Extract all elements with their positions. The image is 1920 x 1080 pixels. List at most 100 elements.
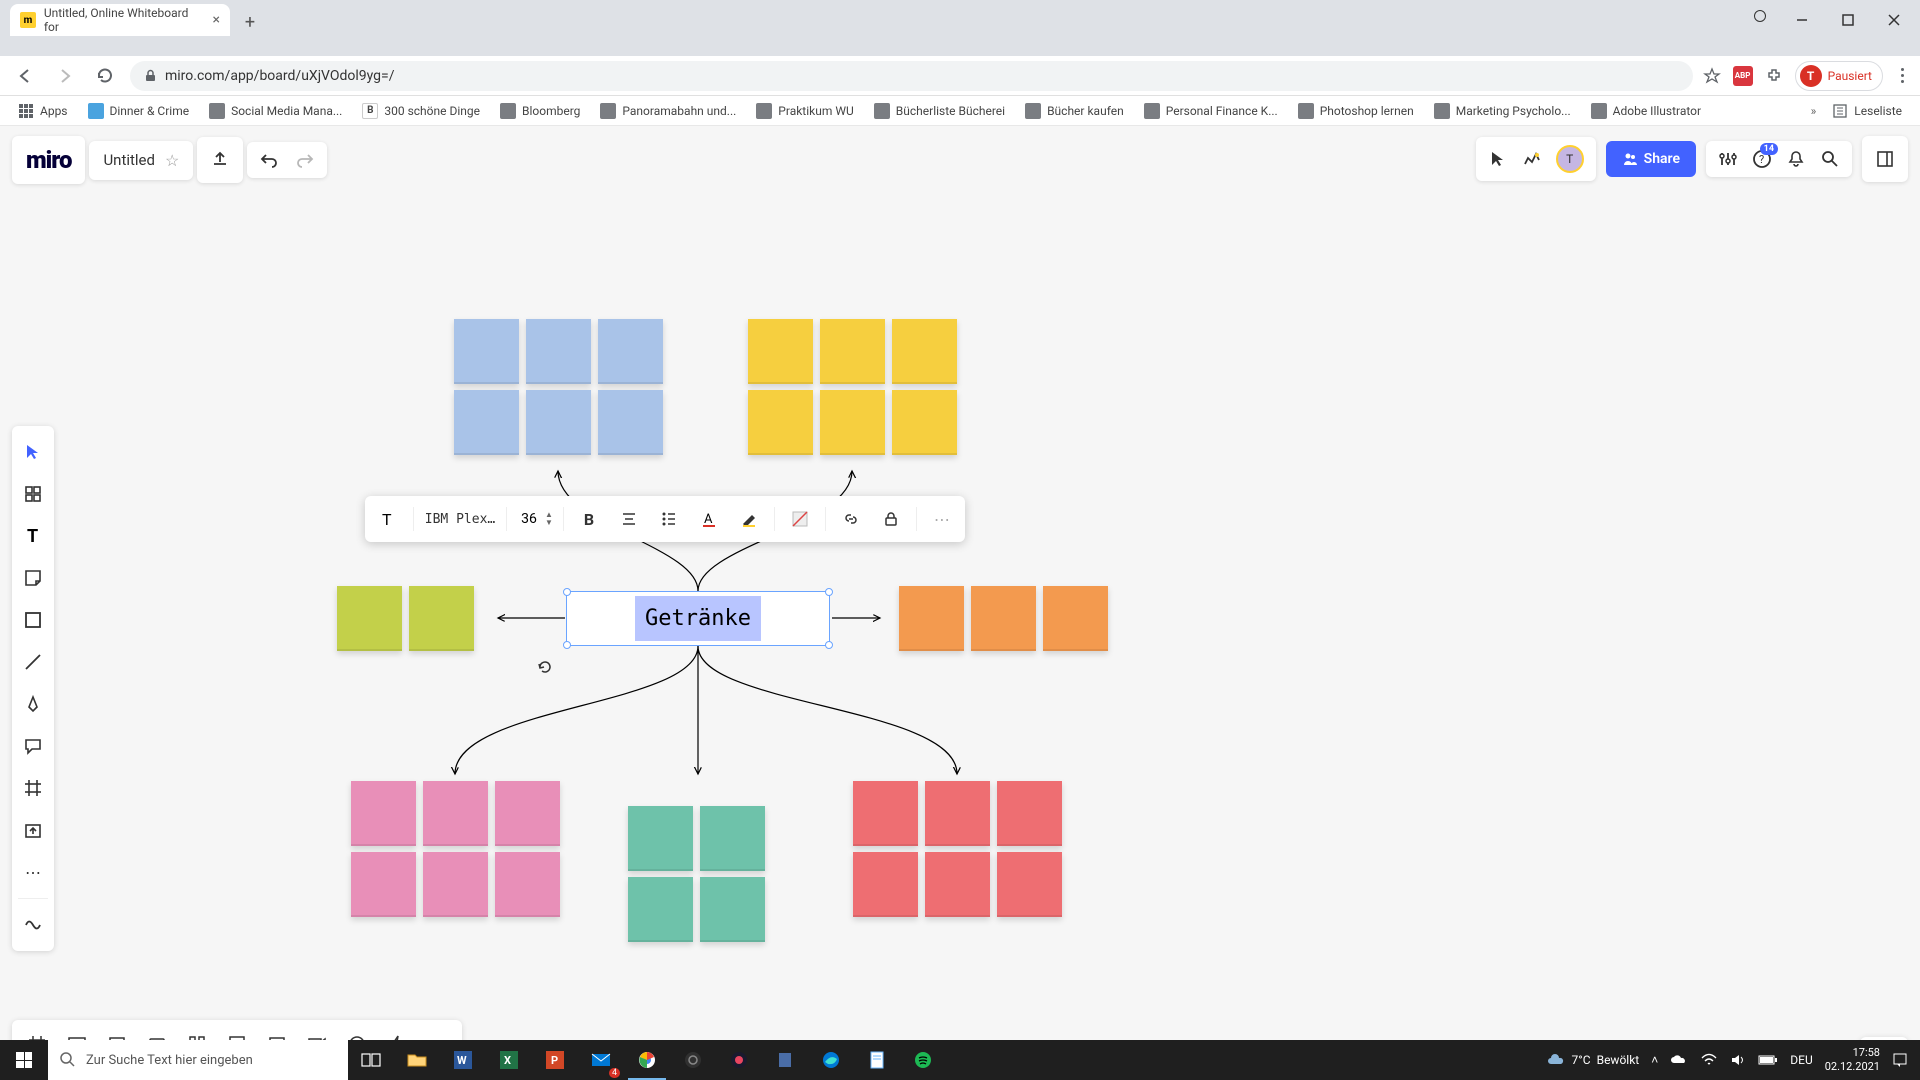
sticky-note[interactable] <box>526 319 591 384</box>
sticky-note[interactable] <box>853 852 918 917</box>
forward-button[interactable] <box>50 61 80 91</box>
sticky-tool[interactable] <box>12 558 54 598</box>
align-button[interactable] <box>610 500 648 538</box>
minimize-button[interactable] <box>1780 4 1824 36</box>
panel-toggle-button[interactable] <box>1862 136 1908 182</box>
miro-logo[interactable]: miro <box>12 136 85 184</box>
resize-handle[interactable] <box>563 641 571 649</box>
bold-button[interactable]: B <box>570 500 608 538</box>
canvas[interactable]: Getränke T IBM Plex… 36 ▲▼ B A <box>0 126 1920 1080</box>
templates-tool[interactable] <box>12 474 54 514</box>
highlight-button[interactable] <box>730 500 768 538</box>
sticky-note[interactable] <box>748 319 813 384</box>
notepad-icon[interactable] <box>854 1040 900 1080</box>
frame-tool[interactable] <box>12 768 54 808</box>
board-title-card[interactable]: Untitled ☆ <box>89 141 193 180</box>
sticky-note[interactable] <box>598 319 663 384</box>
link-button[interactable] <box>832 500 870 538</box>
sticky-note[interactable] <box>748 390 813 455</box>
bookmark-item[interactable]: Bloomberg <box>492 99 588 123</box>
sticky-note[interactable] <box>820 319 885 384</box>
taskbar-search[interactable]: Zur Suche Text hier eingeben <box>48 1040 348 1080</box>
search-icon[interactable] <box>1820 149 1840 169</box>
undo-button[interactable] <box>259 152 279 168</box>
sticky-note[interactable] <box>925 852 990 917</box>
close-window-button[interactable] <box>1872 4 1916 36</box>
sticky-note[interactable] <box>351 852 416 917</box>
comment-tool[interactable] <box>12 726 54 766</box>
onedrive-icon[interactable] <box>1670 1053 1688 1067</box>
list-button[interactable] <box>650 500 688 538</box>
bookmark-item[interactable]: Bücherliste Bücherei <box>866 99 1013 123</box>
clock[interactable]: 17:58 02.12.2021 <box>1825 1046 1880 1074</box>
sticky-note[interactable] <box>495 852 560 917</box>
back-button[interactable] <box>10 61 40 91</box>
app-icon[interactable] <box>716 1040 762 1080</box>
export-button[interactable] <box>197 137 243 183</box>
bookmark-item[interactable]: Social Media Mana... <box>201 99 350 123</box>
sticky-note[interactable] <box>700 806 765 871</box>
battery-icon[interactable] <box>1758 1054 1778 1066</box>
bookmark-item[interactable]: B300 schöne Dinge <box>354 99 488 123</box>
bookmark-item[interactable]: Adobe Illustrator <box>1583 99 1709 123</box>
bookmark-item[interactable]: Personal Finance K... <box>1136 99 1286 123</box>
text-tool[interactable]: T <box>12 516 54 556</box>
task-view-icon[interactable] <box>348 1040 394 1080</box>
bookmark-item[interactable]: Panoramabahn und... <box>592 99 744 123</box>
mail-icon[interactable]: 4 <box>578 1040 624 1080</box>
volume-icon[interactable] <box>1730 1053 1746 1067</box>
bookmark-item[interactable]: Bücher kaufen <box>1017 99 1132 123</box>
fill-button[interactable] <box>781 500 819 538</box>
sticky-note[interactable] <box>409 586 474 651</box>
tray-chevron-icon[interactable]: ˄ <box>1651 1053 1658 1067</box>
sticky-note[interactable] <box>628 806 693 871</box>
resize-handle[interactable] <box>825 641 833 649</box>
resize-handle[interactable] <box>825 588 833 596</box>
shape-tool[interactable] <box>12 600 54 640</box>
url-field[interactable]: miro.com/app/board/uXjVOdol9yg=/ <box>130 61 1693 91</box>
help-button[interactable]: ?14 <box>1752 149 1772 169</box>
sticky-note[interactable] <box>700 877 765 942</box>
close-tab-icon[interactable]: × <box>213 12 220 28</box>
sticky-note[interactable] <box>454 390 519 455</box>
start-button[interactable] <box>0 1040 48 1080</box>
text-type-button[interactable]: T <box>369 500 407 538</box>
favorite-star-icon[interactable]: ☆ <box>165 151 179 170</box>
sticky-note[interactable] <box>351 781 416 846</box>
sticky-note[interactable] <box>495 781 560 846</box>
adblock-icon[interactable]: ABP <box>1733 66 1753 86</box>
upload-tool[interactable] <box>12 810 54 850</box>
user-avatar[interactable]: T <box>1556 145 1584 173</box>
word-icon[interactable]: W <box>440 1040 486 1080</box>
reading-list-button[interactable]: Leseliste <box>1824 99 1910 123</box>
reload-button[interactable] <box>90 61 120 91</box>
chrome-menu-button[interactable] <box>1895 62 1910 89</box>
resize-handle[interactable] <box>563 588 571 596</box>
cursor-mode-icon[interactable] <box>1488 149 1508 169</box>
sticky-note[interactable] <box>628 877 693 942</box>
sticky-note[interactable] <box>892 319 957 384</box>
powerpoint-icon[interactable]: P <box>532 1040 578 1080</box>
language-indicator[interactable]: DEU <box>1790 1053 1812 1067</box>
bookmark-item[interactable]: Dinner & Crime <box>80 99 198 123</box>
ai-tool[interactable] <box>12 905 54 945</box>
settings-icon[interactable] <box>1718 149 1738 169</box>
edge-icon[interactable] <box>808 1040 854 1080</box>
maximize-button[interactable] <box>1826 4 1870 36</box>
sticky-note[interactable] <box>337 586 402 651</box>
font-family-select[interactable]: IBM Plex… <box>420 500 500 538</box>
bookmark-star-icon[interactable] <box>1703 67 1721 85</box>
sticky-note[interactable] <box>899 586 964 651</box>
lock-button[interactable] <box>872 500 910 538</box>
share-button[interactable]: Share <box>1606 141 1696 177</box>
bookmark-item[interactable]: Praktikum WU <box>748 99 861 123</box>
line-tool[interactable] <box>12 642 54 682</box>
font-size-stepper[interactable]: 36 ▲▼ <box>513 511 557 527</box>
text-color-button[interactable]: A <box>690 500 728 538</box>
text-content[interactable]: Getränke <box>635 596 761 641</box>
explorer-icon[interactable] <box>394 1040 440 1080</box>
sticky-note[interactable] <box>997 781 1062 846</box>
pen-tool[interactable] <box>12 684 54 724</box>
sticky-note[interactable] <box>820 390 885 455</box>
extensions-icon[interactable] <box>1765 67 1783 85</box>
